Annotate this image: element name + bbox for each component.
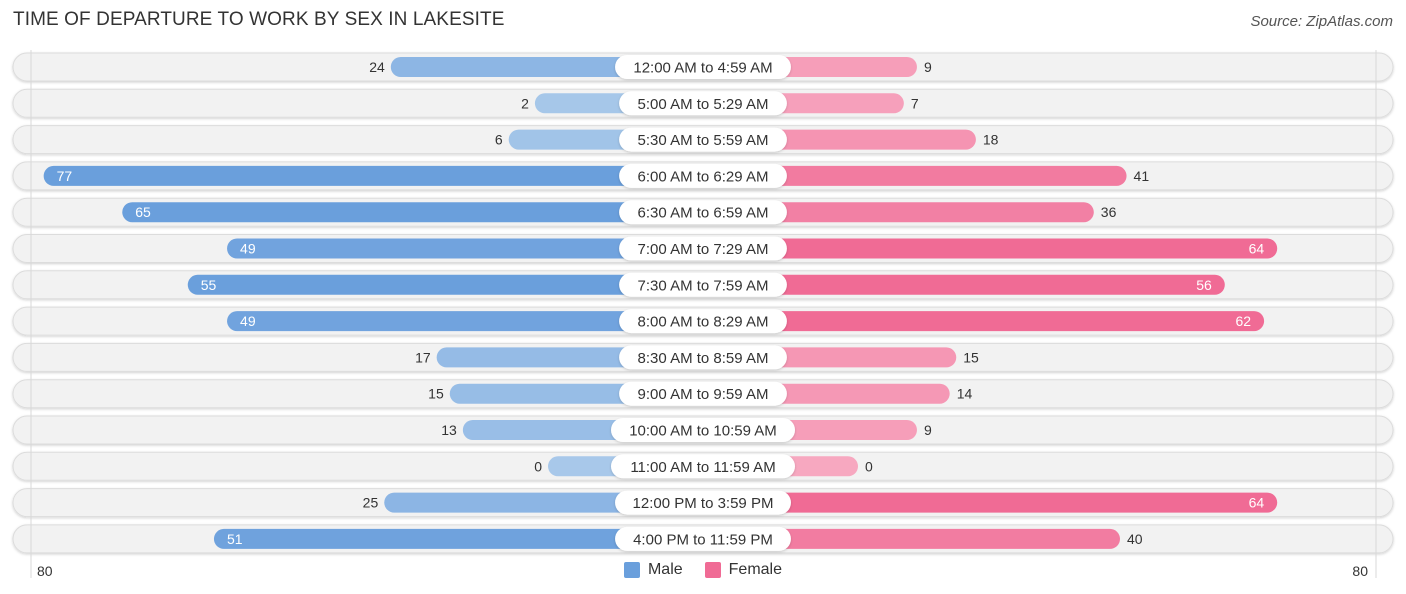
category-label: 5:00 AM to 5:29 AM	[638, 96, 769, 113]
value-label-male: 24	[369, 59, 385, 75]
value-label-male: 25	[363, 495, 379, 511]
value-label-male: 13	[441, 422, 457, 438]
legend: Male Female	[0, 561, 1406, 579]
category-label: 6:00 AM to 6:29 AM	[638, 168, 769, 185]
value-label-male: 77	[57, 168, 73, 184]
bar-female	[703, 238, 1278, 259]
value-label-female: 62	[1236, 313, 1252, 329]
value-label-female: 7	[911, 95, 919, 111]
value-label-female: 64	[1249, 241, 1265, 257]
bar-male	[122, 202, 703, 223]
category-label: 10:00 AM to 10:59 AM	[629, 423, 777, 440]
value-label-male: 49	[240, 313, 256, 329]
category-label: 4:00 PM to 11:59 PM	[633, 531, 773, 548]
category-label: 8:00 AM to 8:29 AM	[638, 314, 769, 331]
category-label: 12:00 PM to 3:59 PM	[633, 495, 774, 512]
value-label-male: 2	[521, 95, 529, 111]
chart-plot: 24 9 12:00 AM to 4:59 AM 2 7 5:00 AM to 5:29 …	[12, 50, 1394, 578]
value-label-female: 9	[924, 422, 932, 438]
legend-swatch-female	[704, 562, 721, 578]
bar-male	[43, 165, 703, 186]
value-label-male: 65	[135, 204, 151, 220]
value-label-female: 9	[924, 59, 932, 75]
category-label: 9:00 AM to 9:59 AM	[638, 386, 769, 403]
value-label-male: 49	[240, 241, 256, 257]
legend-swatch-male	[623, 562, 640, 578]
legend-item-male[interactable]: Male	[623, 561, 683, 579]
value-label-male: 17	[415, 349, 431, 365]
value-label-male: 55	[201, 277, 217, 293]
value-label-male: 6	[495, 132, 503, 148]
value-label-male: 51	[227, 531, 243, 547]
value-label-female: 56	[1196, 277, 1212, 293]
category-label: 5:30 AM to 5:59 AM	[638, 132, 769, 149]
value-label-female: 40	[1127, 531, 1143, 547]
value-label-female: 64	[1249, 495, 1265, 511]
legend-item-female[interactable]: Female	[704, 561, 783, 579]
value-label-male: 0	[534, 458, 542, 474]
value-label-female: 14	[957, 386, 973, 402]
value-label-female: 41	[1134, 168, 1150, 184]
value-label-female: 15	[963, 349, 979, 365]
legend-label-male: Male	[647, 561, 683, 578]
legend-label-female: Female	[728, 561, 783, 578]
value-label-female: 18	[983, 132, 999, 148]
category-label: 7:30 AM to 7:59 AM	[638, 277, 769, 294]
category-label: 7:00 AM to 7:29 AM	[638, 241, 769, 258]
category-label: 11:00 AM to 11:59 AM	[630, 459, 775, 476]
bar-female	[703, 311, 1265, 332]
value-label-male: 15	[428, 386, 444, 402]
value-label-female: 36	[1101, 204, 1117, 220]
category-label: 8:30 AM to 8:59 AM	[638, 350, 769, 367]
category-label: 6:30 AM to 6:59 AM	[638, 205, 769, 222]
category-label: 12:00 AM to 4:59 AM	[633, 60, 772, 77]
value-label-female: 0	[865, 458, 873, 474]
